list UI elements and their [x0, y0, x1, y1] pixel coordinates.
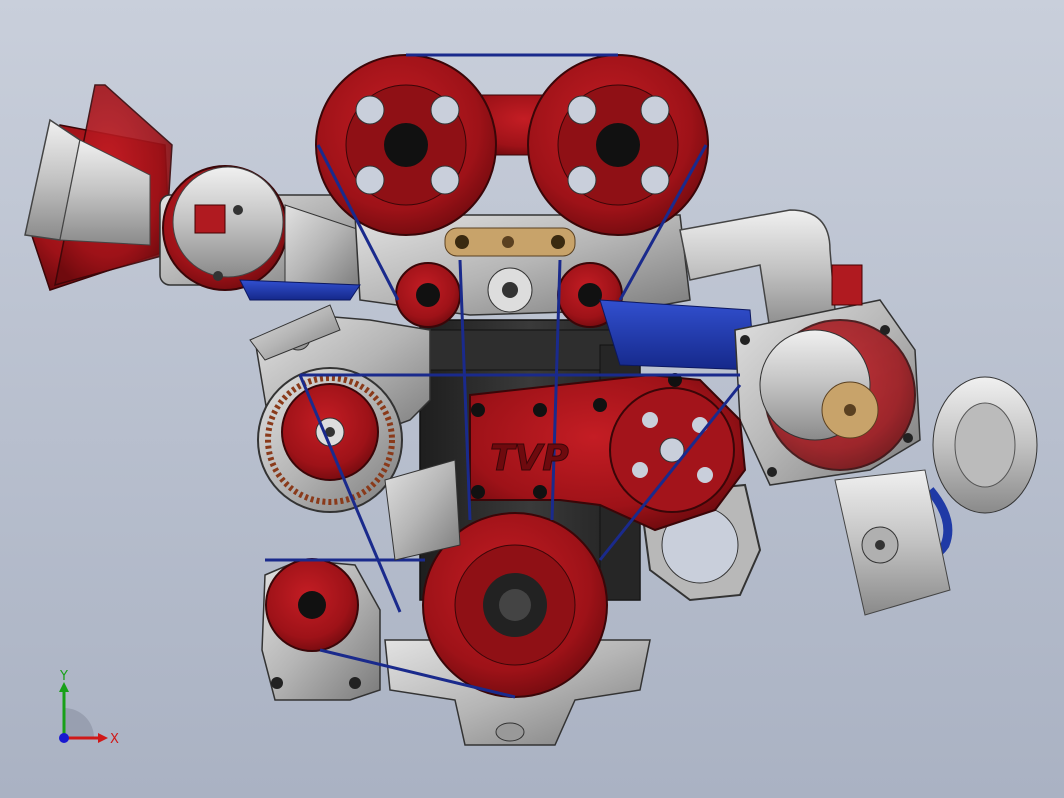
- cad-graphics-viewport[interactable]: Y X TVP: [0, 0, 1064, 798]
- cam-pulley-right: [527, 54, 709, 236]
- triad-x-arrow: [98, 733, 108, 743]
- power-steering-pump: [261, 558, 381, 701]
- triad-plane: [64, 708, 94, 738]
- engine-model[interactable]: [0, 0, 1064, 798]
- triad-y-label: Y: [59, 669, 68, 684]
- triad-x-label: X: [110, 732, 119, 747]
- idler-pulley-left: [395, 262, 461, 328]
- triad-z-axis: [59, 733, 69, 743]
- cam-pulley-left: [315, 54, 497, 236]
- coordinate-triad: Y X: [59, 669, 119, 747]
- intake-trumpet: [24, 84, 173, 291]
